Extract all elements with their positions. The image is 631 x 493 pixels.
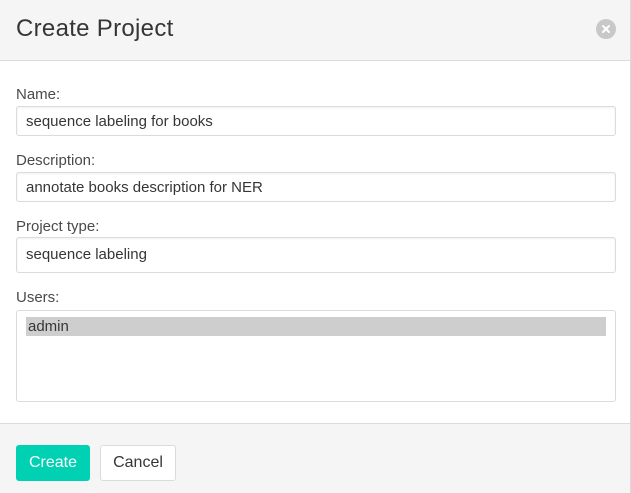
users-label: Users: (16, 289, 60, 306)
dialog-header: Create Project (0, 0, 630, 61)
name-label: Name: (16, 86, 61, 103)
users-select[interactable]: admin (16, 310, 616, 402)
close-icon[interactable] (596, 19, 616, 39)
project-type-select[interactable]: sequence labeling (16, 237, 616, 273)
dialog-title: Create Project (16, 15, 174, 42)
description-label: Description: (16, 152, 96, 169)
name-input[interactable] (16, 106, 616, 136)
cancel-button[interactable]: Cancel (100, 445, 176, 481)
dialog-footer: Create Cancel (0, 423, 630, 493)
user-option-admin[interactable]: admin (26, 317, 606, 336)
project-type-label: Project type: (16, 218, 100, 235)
create-project-dialog: Create Project Name: Description: Projec… (0, 0, 631, 493)
description-input[interactable] (16, 172, 616, 202)
create-button[interactable]: Create (16, 445, 90, 481)
dialog-body: Name: Description: Project type: sequenc… (0, 61, 630, 423)
